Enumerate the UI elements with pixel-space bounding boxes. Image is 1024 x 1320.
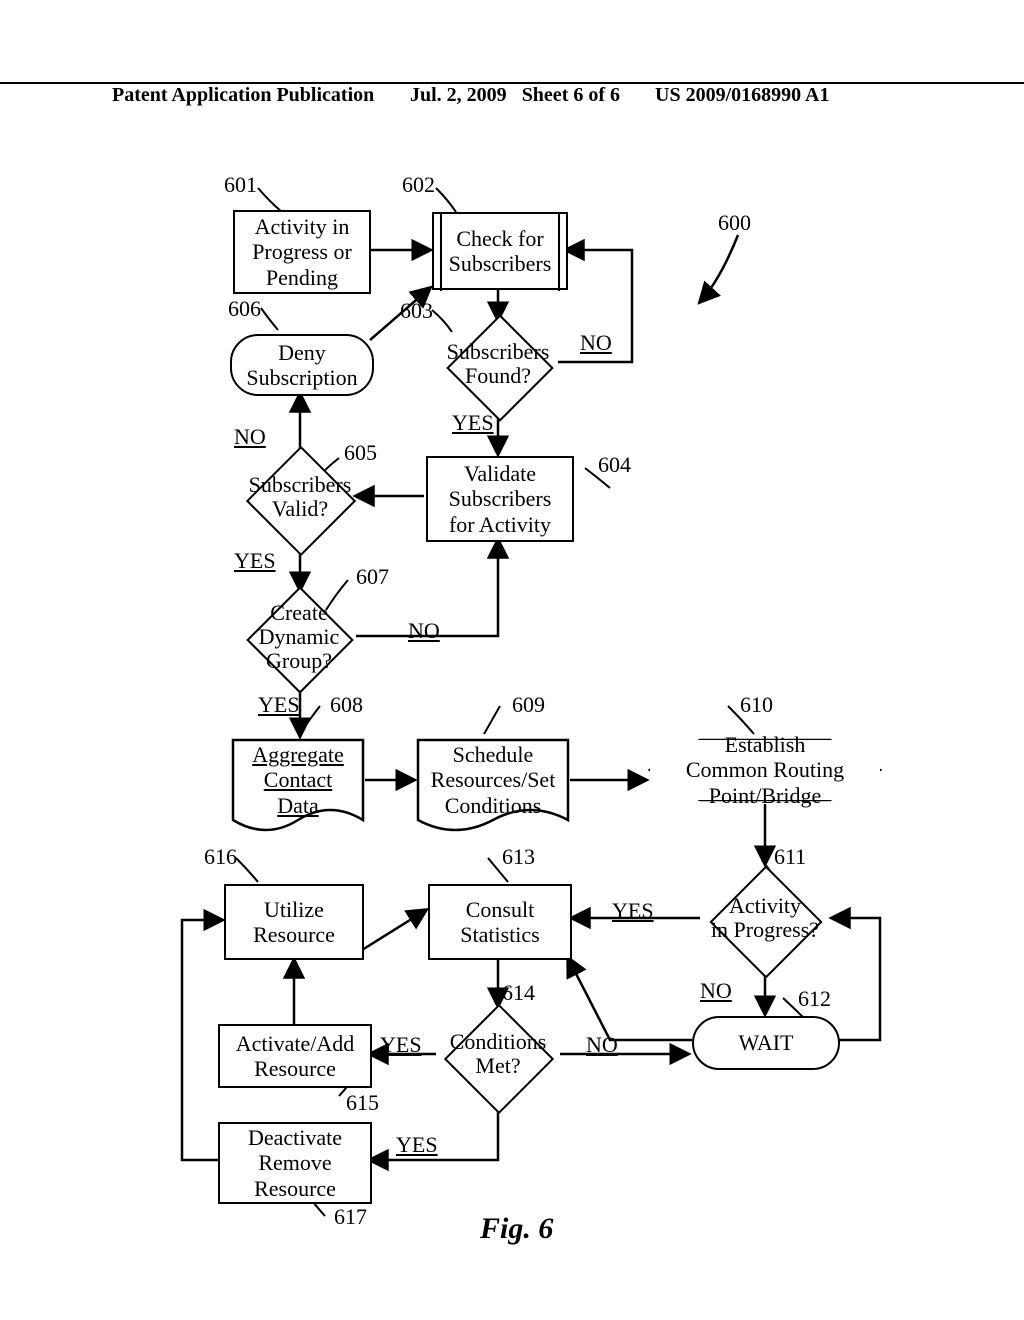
node-conditions-met: ConditionsMet? <box>432 1006 564 1102</box>
ref-611: 611 <box>774 844 806 870</box>
edge-603-no: NO <box>580 330 612 356</box>
ref-613: 613 <box>502 844 535 870</box>
node-check-subscribers: Check forSubscribers <box>432 212 568 290</box>
node-establish-routing: EstablishCommon RoutingPoint/Bridge <box>650 740 880 800</box>
ref-609: 609 <box>512 692 545 718</box>
node-deny-subscription: DenySubscription <box>230 334 374 396</box>
node-activity-pending: Activity inProgress orPending <box>233 210 371 294</box>
edge-614-yes: YES <box>380 1032 422 1058</box>
edge-607-no: NO <box>408 618 440 644</box>
ref-600: 600 <box>718 210 751 236</box>
ref-604: 604 <box>598 452 631 478</box>
ref-601: 601 <box>224 172 257 198</box>
node-create-dynamic-group: CreateDynamicGroup? <box>236 590 362 684</box>
node-deactivate-remove-resource: DeactivateRemoveResource <box>218 1122 372 1204</box>
node-consult-statistics: ConsultStatistics <box>428 884 572 960</box>
ref-607: 607 <box>356 564 389 590</box>
ref-606: 606 <box>228 296 261 322</box>
node-aggregate-contact: AggregateContactData <box>233 740 363 820</box>
ref-617: 617 <box>334 1204 367 1230</box>
edge-605-no: NO <box>234 424 266 450</box>
edge-611-yes: YES <box>612 898 654 924</box>
node-activity-in-progress: Activityin Progress? <box>696 866 834 970</box>
ref-614: 614 <box>502 980 535 1006</box>
figure-caption: Fig. 6 <box>480 1212 553 1246</box>
node-validate-subscribers: ValidateSubscribersfor Activity <box>426 456 574 542</box>
node-activate-add-resource: Activate/AddResource <box>218 1024 372 1088</box>
edge-614-no: NO <box>586 1032 618 1058</box>
flow-arrows <box>0 0 1024 1320</box>
ref-616: 616 <box>204 844 237 870</box>
ref-603: 603 <box>400 298 433 324</box>
node-utilize-resource: UtilizeResource <box>224 884 364 960</box>
ref-610: 610 <box>740 692 773 718</box>
edge-611-no: NO <box>700 978 732 1004</box>
ref-612: 612 <box>798 986 831 1012</box>
node-schedule-resources: ScheduleResources/SetConditions <box>418 740 568 820</box>
edge-605-yes: YES <box>234 548 276 574</box>
edge-607-yes: YES <box>258 692 300 718</box>
edge-603-yes: YES <box>452 410 494 436</box>
ref-615: 615 <box>346 1090 379 1116</box>
edge-614-yes-2: YES <box>396 1132 438 1158</box>
ref-608: 608 <box>330 692 363 718</box>
ref-605: 605 <box>344 440 377 466</box>
node-subscribers-found: SubscribersFound? <box>440 322 556 406</box>
node-wait: WAIT <box>692 1016 840 1070</box>
ref-602: 602 <box>402 172 435 198</box>
